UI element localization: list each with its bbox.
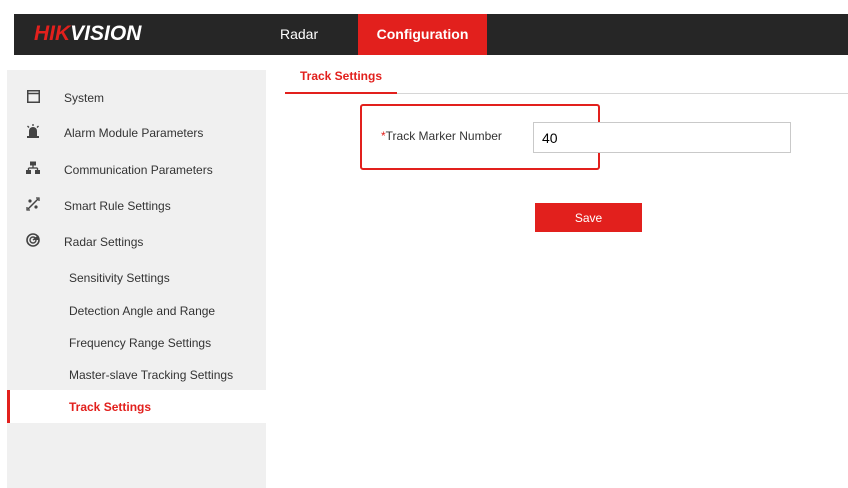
sidebar-subitem-track-settings[interactable]: Track Settings: [7, 390, 266, 423]
smart-rule-icon: [26, 197, 40, 211]
track-marker-label: *Track Marker Number: [381, 129, 502, 143]
sidebar-subitem-label: Detection Angle and Range: [69, 304, 216, 318]
nav-tab-configuration[interactable]: Configuration: [358, 14, 487, 55]
track-marker-label-text: Track Marker Number: [385, 129, 502, 143]
sidebar-subitem-label: Sensitivity Settings: [69, 271, 170, 285]
tab-active-underline: [285, 92, 397, 94]
header-bar: HIKVISION Radar Configuration: [14, 14, 848, 55]
sidebar-subitem-sensitivity[interactable]: Sensitivity Settings: [7, 261, 266, 294]
sidebar-subitem-label: Frequency Range Settings: [69, 336, 212, 350]
sidebar-item-label: Radar Settings: [64, 235, 144, 249]
track-marker-number-input[interactable]: [533, 122, 791, 153]
sidebar-item-communication[interactable]: Communication Parameters: [7, 152, 266, 186]
sidebar-subitem-label: Master-slave Tracking Settings: [69, 368, 234, 382]
nav-tab-radar[interactable]: Radar: [280, 14, 318, 55]
alarm-light-icon: [26, 124, 40, 138]
sidebar-item-label: Smart Rule Settings: [64, 199, 171, 213]
sidebar-subitem-frequency-range[interactable]: Frequency Range Settings: [7, 326, 266, 359]
sidebar-subitem-label: Track Settings: [69, 400, 152, 414]
network-icon: [26, 161, 40, 175]
sidebar-item-label: System: [64, 91, 105, 105]
logo-text-white: VISION: [70, 22, 142, 45]
sidebar-subitem-master-slave[interactable]: Master-slave Tracking Settings: [7, 358, 266, 391]
sidebar-subitem-detection-angle[interactable]: Detection Angle and Range: [7, 294, 266, 327]
top-bar: HIKVISION Radar Configuration: [0, 0, 848, 56]
save-button[interactable]: Save: [535, 203, 642, 232]
active-indicator: [7, 390, 10, 423]
sidebar-item-label: Alarm Module Parameters: [64, 126, 204, 140]
radar-icon: [26, 233, 40, 247]
sidebar-item-smart-rule[interactable]: Smart Rule Settings: [7, 188, 266, 222]
sidebar-item-label: Communication Parameters: [64, 163, 213, 177]
brand-logo: HIKVISION: [34, 22, 141, 46]
logo-text-red: HIK: [34, 22, 71, 45]
sidebar-item-system[interactable]: System: [7, 79, 266, 113]
tab-track-settings[interactable]: Track Settings: [285, 69, 397, 94]
sidebar-item-radar-settings[interactable]: Radar Settings: [7, 224, 266, 258]
window-icon: [26, 89, 40, 103]
sidebar-item-alarm-module[interactable]: Alarm Module Parameters: [7, 115, 266, 149]
